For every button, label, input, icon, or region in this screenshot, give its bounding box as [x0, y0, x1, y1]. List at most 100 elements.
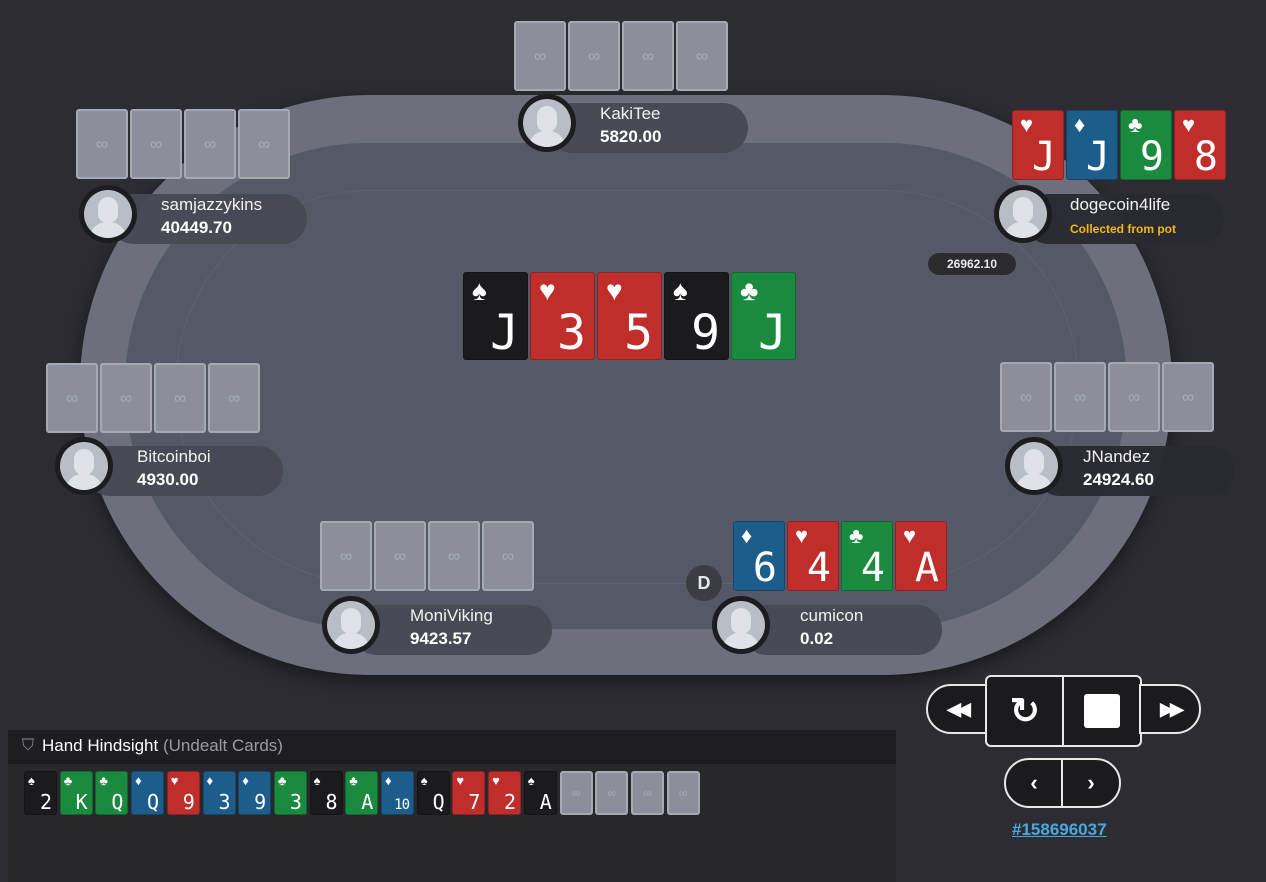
- card-back: ∞: [100, 363, 152, 433]
- seat-bitcoinboi[interactable]: Bitcoinboi 4930.00: [55, 437, 283, 497]
- card-rank: 3: [557, 305, 586, 360]
- seat-kakitee[interactable]: KakiTee 5820.00: [518, 94, 748, 154]
- card-back: ∞: [568, 21, 620, 91]
- avatar: [55, 437, 113, 495]
- chevron-right-icon: ›: [1087, 770, 1095, 795]
- playing-card: ♥ A: [895, 521, 947, 591]
- pot-amount: 26962.10: [928, 253, 1016, 275]
- card-rank: A: [539, 790, 552, 814]
- board-card: ♥ 3: [530, 272, 595, 360]
- player-name: Bitcoinboi: [137, 447, 211, 466]
- card-rank: 9: [254, 790, 267, 814]
- playing-card: ♥ 8: [1174, 110, 1226, 180]
- board-card: ♠ 9: [664, 272, 729, 360]
- heart-icon: ♥: [1182, 112, 1196, 137]
- club-icon: ♣: [849, 523, 864, 548]
- card-rank: 8: [1193, 134, 1218, 180]
- spade-icon: ♠: [28, 773, 35, 788]
- seat-samjazzykins[interactable]: samjazzykins 40449.70: [79, 185, 307, 245]
- replay-button[interactable]: ↻: [985, 675, 1065, 747]
- avatar: [1005, 437, 1063, 495]
- diamond-icon: ♦: [206, 773, 214, 788]
- undealt-card: ♥ 9: [166, 771, 200, 815]
- seat-moniviking[interactable]: MoniViking 9423.57: [322, 596, 552, 656]
- club-icon: ♣: [63, 773, 73, 788]
- avatar: [712, 596, 770, 654]
- card-rank: 3: [218, 790, 231, 814]
- card-rank: Q: [432, 790, 445, 814]
- card-back: ∞: [130, 109, 182, 179]
- playing-card: ♦ 6: [733, 521, 785, 591]
- heart-icon: ♥: [903, 523, 917, 548]
- card-rank: A: [914, 545, 939, 591]
- spade-icon: ♠: [527, 773, 535, 788]
- card-rank: 8: [325, 790, 338, 814]
- seat-jnandez[interactable]: JNandez 24924.60: [1005, 437, 1235, 497]
- heart-icon: ♥: [606, 275, 623, 306]
- previous-hand-button[interactable]: ‹: [1004, 758, 1064, 808]
- card-back: ∞: [1000, 362, 1052, 432]
- undealt-card: ♠ Q: [416, 771, 450, 815]
- next-hand-button[interactable]: ›: [1061, 758, 1121, 808]
- undealt-card: ♠ 2: [24, 771, 57, 815]
- card-back: ∞: [208, 363, 260, 433]
- card-back: ∞: [428, 521, 480, 591]
- player-stack: 9423.57: [410, 629, 472, 648]
- stop-button[interactable]: [1062, 675, 1142, 747]
- board-card: ♥ 5: [597, 272, 662, 360]
- club-icon: ♣: [740, 275, 759, 306]
- club-icon: ♣: [277, 773, 287, 788]
- card-rank: 4: [806, 545, 831, 591]
- card-back: ∞: [46, 363, 98, 433]
- card-back: ∞: [676, 21, 728, 91]
- player-stack: 0.02: [800, 629, 834, 648]
- card-rank: 2: [39, 790, 52, 814]
- rewind-button[interactable]: ◀◀: [926, 684, 988, 734]
- card-back: ∞: [238, 109, 290, 179]
- undealt-card: ♠ A: [523, 771, 557, 815]
- fast-forward-button[interactable]: ▶▶: [1139, 684, 1201, 734]
- card-rank: K: [75, 790, 88, 814]
- heart-icon: ♥: [795, 523, 809, 548]
- card-rank: 5: [624, 305, 653, 360]
- playing-card: ♥ 4: [787, 521, 839, 591]
- undealt-card: ♦ Q: [131, 771, 165, 815]
- undealt-card: ♥ 2: [488, 771, 522, 815]
- diamond-icon: ♦: [741, 523, 753, 548]
- playing-card: ♣ 4: [841, 521, 893, 591]
- card-back: ∞: [630, 771, 664, 815]
- card-rank: 7: [468, 790, 481, 814]
- diamond-icon: ♦: [135, 773, 142, 788]
- card-rank: 10: [394, 797, 410, 813]
- seat-dogecoin4life[interactable]: dogecoin4life Collected from pot: [994, 185, 1224, 245]
- card-rank: J: [758, 305, 787, 360]
- card-rank: 4: [860, 545, 885, 591]
- heart-icon: ♥: [539, 275, 556, 306]
- heart-icon: ♥: [170, 773, 179, 788]
- card-rank: J: [1031, 134, 1056, 180]
- diamond-icon: ♦: [242, 773, 249, 788]
- player-name: KakiTee: [600, 104, 661, 123]
- avatar: [518, 94, 576, 152]
- player-name: JNandez: [1083, 447, 1151, 466]
- card-rank: J: [1085, 134, 1110, 180]
- card-rank: 6: [752, 545, 777, 591]
- board-card: ♣ J: [731, 272, 796, 360]
- playing-card: ♦ J: [1066, 110, 1118, 180]
- player-name: dogecoin4life: [1070, 195, 1171, 214]
- undealt-card: ♣ A: [345, 771, 379, 815]
- seat-cumicon[interactable]: cumicon 0.02: [712, 596, 942, 656]
- card-rank: Q: [147, 790, 160, 814]
- club-icon: ♣: [349, 773, 358, 788]
- board-card: ♠ J: [463, 272, 528, 360]
- card-rank: 3: [289, 790, 302, 814]
- club-icon: ♣: [99, 773, 108, 788]
- card-back: ∞: [1054, 362, 1106, 432]
- undealt-card: ♦ 3: [202, 771, 236, 815]
- replay-icon: ↻: [1009, 690, 1041, 731]
- undealt-card: ♣ Q: [95, 771, 129, 815]
- hand-id-link[interactable]: #158696037: [1012, 820, 1107, 840]
- player-name: samjazzykins: [161, 195, 263, 214]
- card-back: ∞: [559, 771, 593, 815]
- player-name: MoniViking: [410, 606, 493, 625]
